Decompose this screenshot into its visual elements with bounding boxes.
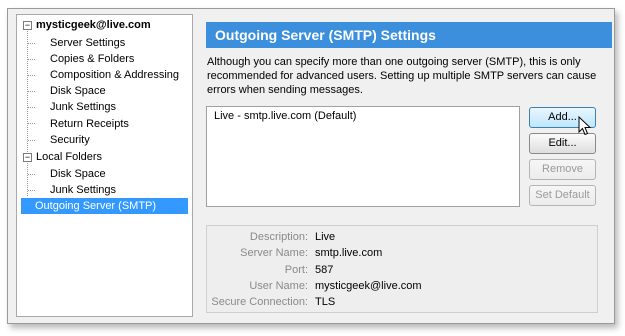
tree-connector [28, 107, 35, 108]
tree-connector [28, 140, 35, 141]
detail-row-server-name: Server Name: smtp.live.com [207, 245, 599, 261]
tree-connector [28, 43, 35, 44]
tree-item-composition-addressing[interactable]: Composition & Addressing [50, 67, 179, 83]
detail-value: 587 [315, 264, 334, 276]
detail-row-secure-connection: Secure Connection: TLS [207, 294, 599, 310]
mouse-cursor-icon [578, 116, 592, 136]
description-line: Although you can specify more than one o… [207, 56, 581, 68]
detail-label: Description: [249, 231, 308, 243]
tree-connector [28, 190, 35, 191]
description-line: errors when sending messages. [207, 84, 363, 96]
expander-minus-icon[interactable]: − [23, 153, 32, 162]
detail-row-port: Port: 587 [207, 262, 599, 278]
tree-item-disk-space[interactable]: Disk Space [50, 83, 106, 99]
tree-item-server-settings[interactable]: Server Settings [50, 35, 125, 51]
tree-connector [28, 123, 35, 124]
tree-item-local-junk-settings[interactable]: Junk Settings [50, 182, 116, 198]
detail-label: Port: [284, 264, 308, 276]
tree-connector [28, 59, 35, 60]
tree-item-security[interactable]: Security [50, 132, 90, 148]
detail-value: TLS [315, 296, 336, 308]
edit-button[interactable]: Edit... [529, 133, 596, 154]
smtp-server-list[interactable]: Live - smtp.live.com (Default) [206, 106, 520, 207]
tree-connector [27, 31, 28, 158]
page-title: Outgoing Server (SMTP) Settings [206, 22, 612, 48]
detail-label: Secure Connection: [211, 296, 308, 308]
tree-item-account[interactable]: mysticgeek@live.com [36, 17, 151, 33]
tree-item-junk-settings[interactable]: Junk Settings [50, 99, 116, 115]
server-details-panel: Description: Live Server Name: smtp.live… [206, 225, 598, 313]
tree-item-outgoing-server[interactable]: Outgoing Server (SMTP) [21, 198, 188, 214]
detail-row-user-name: User Name: mysticgeek@live.com [207, 278, 599, 294]
tree-item-copies-folders[interactable]: Copies & Folders [50, 51, 134, 67]
detail-value: smtp.live.com [315, 247, 383, 259]
list-item[interactable]: Live - smtp.live.com (Default) [214, 109, 356, 123]
detail-value: Live [315, 231, 336, 243]
detail-label: Server Name: [240, 247, 308, 259]
description-line: recommended for advanced users. Setting … [207, 70, 597, 82]
set-default-button[interactable]: Set Default [529, 185, 596, 206]
account-tree[interactable]: − mysticgeek@live.com Server Settings Co… [16, 14, 193, 317]
tree-connector [28, 91, 35, 92]
tree-connector [28, 75, 35, 76]
smtp-description: Although you can specify more than one o… [207, 55, 607, 97]
tree-connector [27, 163, 28, 196]
detail-label: User Name: [249, 280, 308, 292]
tree-item-return-receipts[interactable]: Return Receipts [50, 116, 129, 132]
detail-row-description: Description: Live [207, 229, 599, 245]
tree-item-local-disk-space[interactable]: Disk Space [50, 166, 106, 182]
detail-value: mysticgeek@live.com [315, 280, 422, 292]
tree-connector [28, 174, 35, 175]
expander-minus-icon[interactable]: − [23, 21, 32, 30]
tree-item-local-folders[interactable]: Local Folders [36, 149, 102, 165]
remove-button[interactable]: Remove [529, 159, 596, 180]
